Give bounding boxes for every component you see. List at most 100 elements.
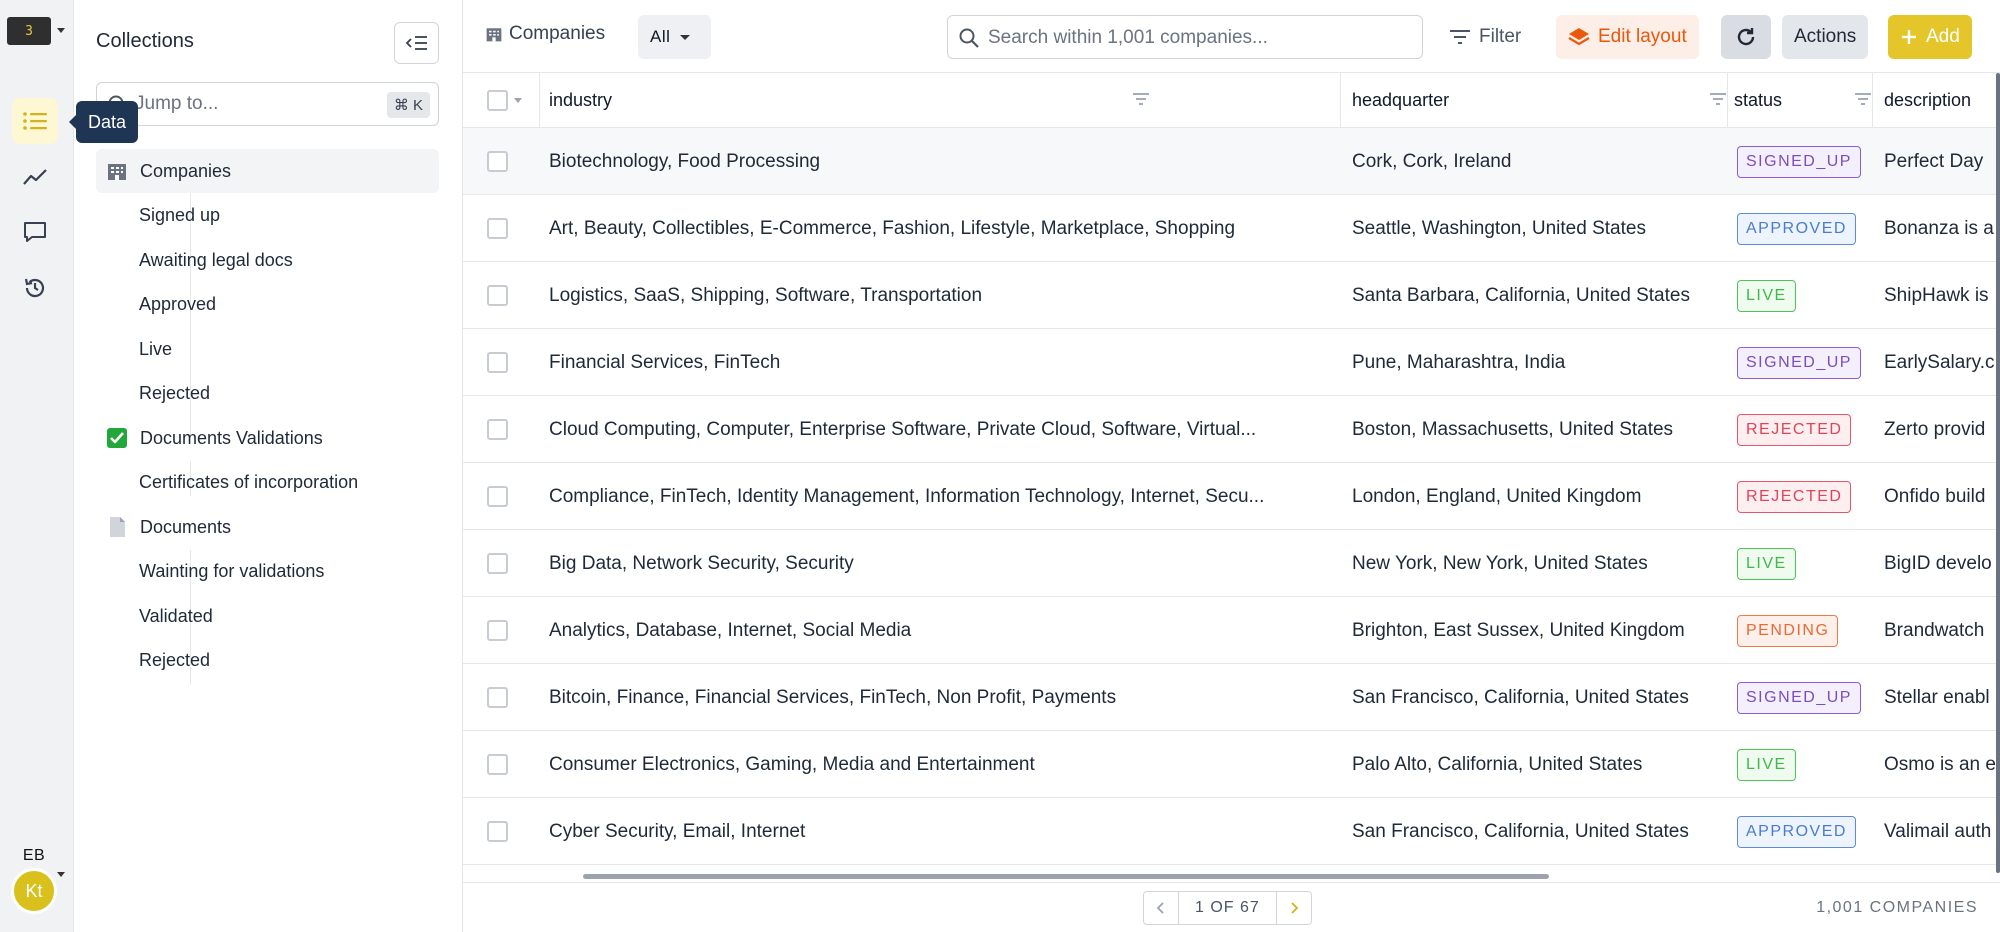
sidebar-item-awaiting-legal-docs[interactable]: Awaiting legal docs: [96, 238, 439, 282]
table-row[interactable]: Art, Beauty, Collectibles, E-Commerce, F…: [463, 195, 2000, 262]
row-select[interactable]: [487, 731, 508, 798]
sidebar-item-certificates-of-incorporation[interactable]: Certificates of incorporation: [96, 460, 439, 504]
status-badge: SIGNED_UP: [1737, 145, 1861, 178]
row-select[interactable]: [487, 530, 508, 597]
column-divider: [1727, 73, 1728, 128]
row-checkbox[interactable]: [487, 419, 508, 440]
row-checkbox[interactable]: [487, 352, 508, 373]
horizontal-scrollbar-thumb[interactable]: [583, 874, 1549, 879]
actions-button[interactable]: Actions: [1782, 15, 1869, 59]
sidebar-item-validated[interactable]: Validated: [96, 594, 439, 638]
sidebar-item-documents[interactable]: Documents: [96, 505, 439, 549]
row-select[interactable]: [487, 798, 508, 865]
status-badge: SIGNED_UP: [1737, 681, 1861, 714]
rail-data-button[interactable]: [12, 98, 58, 144]
description-text: EarlySalary.c: [1884, 351, 1995, 373]
table-row[interactable]: Cloud Computing, Computer, Enterprise So…: [463, 396, 2000, 463]
column-header-description[interactable]: description: [1884, 73, 2000, 128]
sort-icon[interactable]: [1709, 92, 1727, 106]
table-row[interactable]: Compliance, FinTech, Identity Management…: [463, 463, 2000, 530]
chevron-down-icon[interactable]: [57, 872, 65, 877]
rail-inbox-button[interactable]: [12, 209, 58, 255]
table-row[interactable]: Cyber Security, Email, Internet San Franc…: [463, 798, 2000, 865]
row-select[interactable]: [487, 396, 508, 463]
table-row[interactable]: Bitcoin, Finance, Financial Services, Fi…: [463, 664, 2000, 731]
previous-page-button[interactable]: [1144, 892, 1178, 924]
sidebar-item-approved[interactable]: Approved: [96, 282, 439, 326]
row-checkbox[interactable]: [487, 486, 508, 507]
add-button[interactable]: Add: [1888, 15, 1972, 59]
row-checkbox[interactable]: [487, 553, 508, 574]
status-cell: SIGNED_UP: [1737, 128, 1872, 195]
row-checkbox[interactable]: [487, 754, 508, 775]
table-row[interactable]: Financial Services, FinTech Pune, Maharas…: [463, 329, 2000, 396]
table-footer: 1 OF 67 1,001 COMPANIES: [463, 882, 2000, 932]
jump-to-field[interactable]: ⌘ K: [96, 82, 439, 126]
horizontal-scrollbar[interactable]: [463, 870, 2000, 882]
column-header-industry[interactable]: industry: [549, 73, 1162, 128]
plus-icon: [1902, 30, 1916, 44]
table-row[interactable]: Logistics, SaaS, Shipping, Software, Tra…: [463, 262, 2000, 329]
user-avatar-kt[interactable]: Kt: [11, 868, 57, 914]
sidebar-item-live[interactable]: Live: [96, 327, 439, 371]
chevron-down-icon[interactable]: [57, 28, 65, 33]
refresh-button[interactable]: [1721, 15, 1771, 59]
search-input[interactable]: [988, 25, 1408, 51]
row-checkbox[interactable]: [487, 620, 508, 641]
row-select[interactable]: [487, 664, 508, 731]
row-select[interactable]: [487, 195, 508, 262]
sidebar-item-documents-validations[interactable]: Documents Validations: [96, 416, 439, 460]
edit-layout-button[interactable]: Edit layout: [1556, 15, 1699, 59]
status-badge: SIGNED_UP: [1737, 346, 1861, 379]
filter-button[interactable]: Filter: [1437, 15, 1533, 59]
table-row[interactable]: Big Data, Network Security, Security New …: [463, 530, 2000, 597]
headquarter-text: Seattle, Washington, United States: [1352, 217, 1646, 239]
view-selector[interactable]: All: [638, 15, 711, 59]
description-text: Onfido build: [1884, 485, 1986, 507]
layers-icon: [1568, 28, 1590, 46]
row-select[interactable]: [487, 463, 508, 530]
select-all-control[interactable]: [487, 73, 522, 128]
status-cell: SIGNED_UP: [1737, 329, 1872, 396]
collapse-sidebar-button[interactable]: [394, 22, 439, 64]
record-count: 1,001 COMPANIES: [1816, 899, 1978, 916]
sort-icon[interactable]: [1132, 92, 1150, 106]
row-checkbox[interactable]: [487, 285, 508, 306]
row-select[interactable]: [487, 597, 508, 664]
search-field[interactable]: [947, 15, 1423, 59]
vertical-scrollbar[interactable]: [1996, 73, 2000, 873]
row-checkbox[interactable]: [487, 218, 508, 239]
row-select[interactable]: [487, 329, 508, 396]
status-badge: LIVE: [1737, 279, 1796, 312]
description-cell: Brandwatch: [1884, 597, 1996, 664]
sort-icon[interactable]: [1854, 92, 1872, 106]
status-cell: REJECTED: [1737, 463, 1872, 530]
rail-analytics-button[interactable]: [12, 154, 58, 200]
sidebar-item-companies[interactable]: Companies: [96, 149, 439, 193]
logo-text: 3: [25, 23, 33, 39]
row-select[interactable]: [487, 128, 508, 195]
headquarter-text: New York, New York, United States: [1352, 552, 1648, 574]
select-all-checkbox[interactable]: [487, 90, 508, 111]
chevron-down-icon[interactable]: [514, 98, 522, 103]
row-checkbox[interactable]: [487, 687, 508, 708]
row-checkbox[interactable]: [487, 821, 508, 842]
next-page-button[interactable]: [1277, 892, 1311, 924]
workspace-logo[interactable]: 3: [7, 17, 51, 45]
column-header-status[interactable]: status: [1734, 73, 1884, 128]
table-row[interactable]: Analytics, Database, Internet, Social Me…: [463, 597, 2000, 664]
sidebar-item-rejected[interactable]: Rejected: [96, 371, 439, 415]
sidebar-item-waiting-for-validations[interactable]: Wainting for validations: [96, 549, 439, 593]
sidebar-item-rejected-docs[interactable]: Rejected: [96, 638, 439, 682]
headquarter-text: Palo Alto, California, United States: [1352, 753, 1643, 775]
sidebar-item-signed-up[interactable]: Signed up: [96, 193, 439, 237]
table-row[interactable]: Consumer Electronics, Gaming, Media and …: [463, 731, 2000, 798]
rail-history-button[interactable]: [12, 265, 58, 311]
jump-to-input[interactable]: [135, 91, 365, 117]
row-select[interactable]: [487, 262, 508, 329]
industry-cell: Big Data, Network Security, Security: [549, 530, 1334, 597]
row-checkbox[interactable]: [487, 151, 508, 172]
column-header-headquarter[interactable]: headquarter: [1352, 73, 1739, 128]
table-row[interactable]: Biotechnology, Food Processing Cork, Cork…: [463, 128, 2000, 195]
sidebar-item-label: Companies: [140, 160, 232, 181]
